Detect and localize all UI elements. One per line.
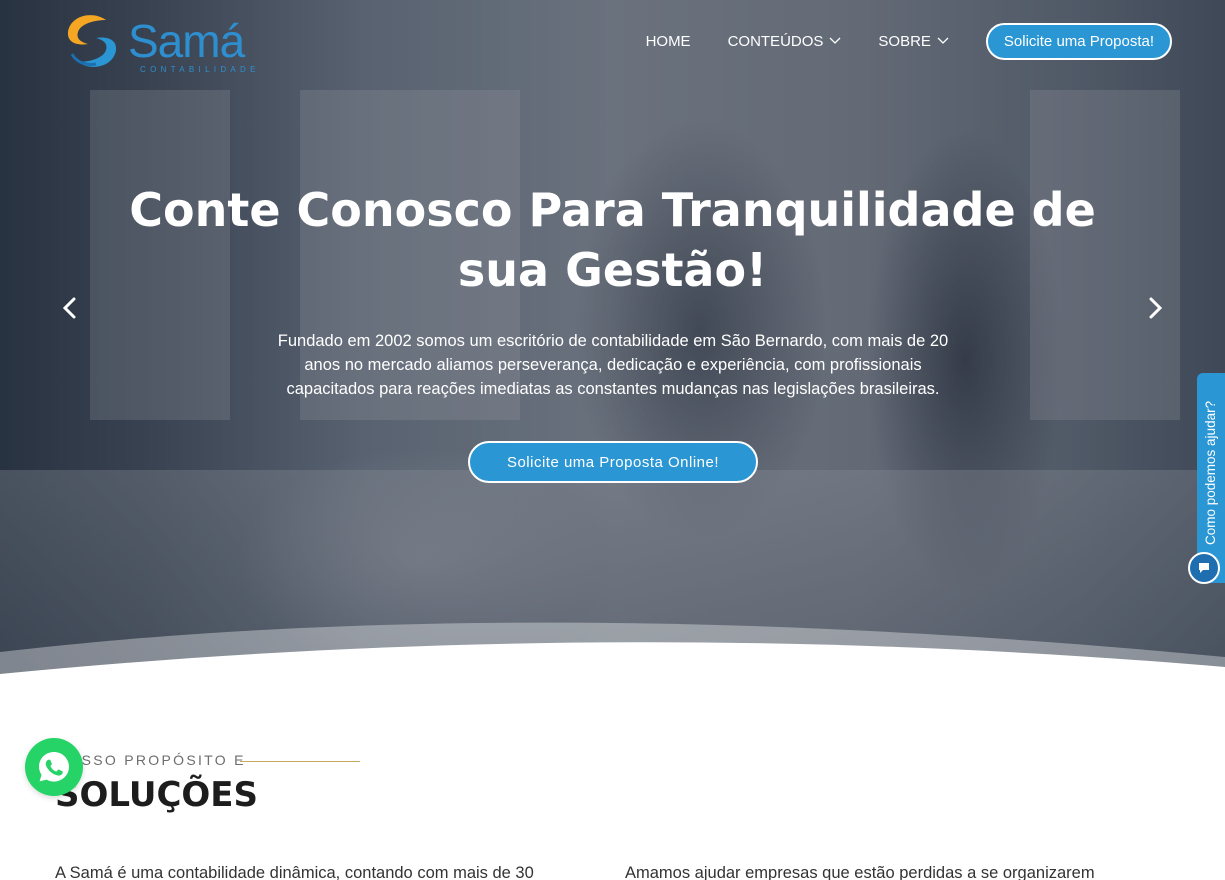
section-kicker: NOSSO PROPÓSITO E xyxy=(56,752,246,768)
nav-conteudos-label: CONTEÚDOS xyxy=(727,32,824,50)
section-title: SOLUÇÕES xyxy=(55,775,259,815)
nav-home[interactable]: HOME xyxy=(646,33,691,50)
request-proposal-button[interactable]: Solicite uma Proposta! xyxy=(985,22,1172,60)
brand-tagline: CONTABILIDADE xyxy=(140,65,260,74)
request-proposal-online-button[interactable]: Solicite uma Proposta Online! xyxy=(468,441,758,483)
sama-logo-icon xyxy=(67,15,117,67)
chevron-down-icon xyxy=(937,37,949,44)
nav-home-label: HOME xyxy=(645,32,691,50)
help-widget-label[interactable]: Como podemos ajudar? xyxy=(1203,385,1218,545)
brand-logo[interactable]: Samá CONTABILIDADE xyxy=(62,10,262,76)
hero-description: Fundado em 2002 somos um escritório de c… xyxy=(277,332,949,398)
whatsapp-button[interactable] xyxy=(25,738,83,796)
nav-conteudos[interactable]: CONTEÚDOS xyxy=(728,33,842,50)
chat-icon xyxy=(1199,563,1209,573)
chat-button[interactable] xyxy=(1188,552,1220,584)
brand-name: Samá xyxy=(128,15,245,67)
chevron-down-icon xyxy=(829,37,841,44)
about-paragraph-right: Amamos ajudar empresas que estão perdida… xyxy=(625,864,1095,880)
kicker-divider xyxy=(240,761,360,762)
nav-sobre[interactable]: SOBRE xyxy=(878,33,949,50)
whatsapp-icon xyxy=(39,752,69,782)
nav-sobre-label: SOBRE xyxy=(878,32,931,50)
main-navigation: HOME CONTEÚDOS SOBRE Solicite uma Propos… xyxy=(646,22,1172,60)
hero-wave-divider xyxy=(0,622,1225,678)
hero-banner: Samá CONTABILIDADE HOME CONTEÚDOS SOBRE … xyxy=(0,0,1225,678)
about-paragraph-left: A Samá é uma contabilidade dinâmica, con… xyxy=(55,864,534,880)
hero-title: Conte Conosco Para Tranquilidade de sua … xyxy=(129,183,1096,297)
